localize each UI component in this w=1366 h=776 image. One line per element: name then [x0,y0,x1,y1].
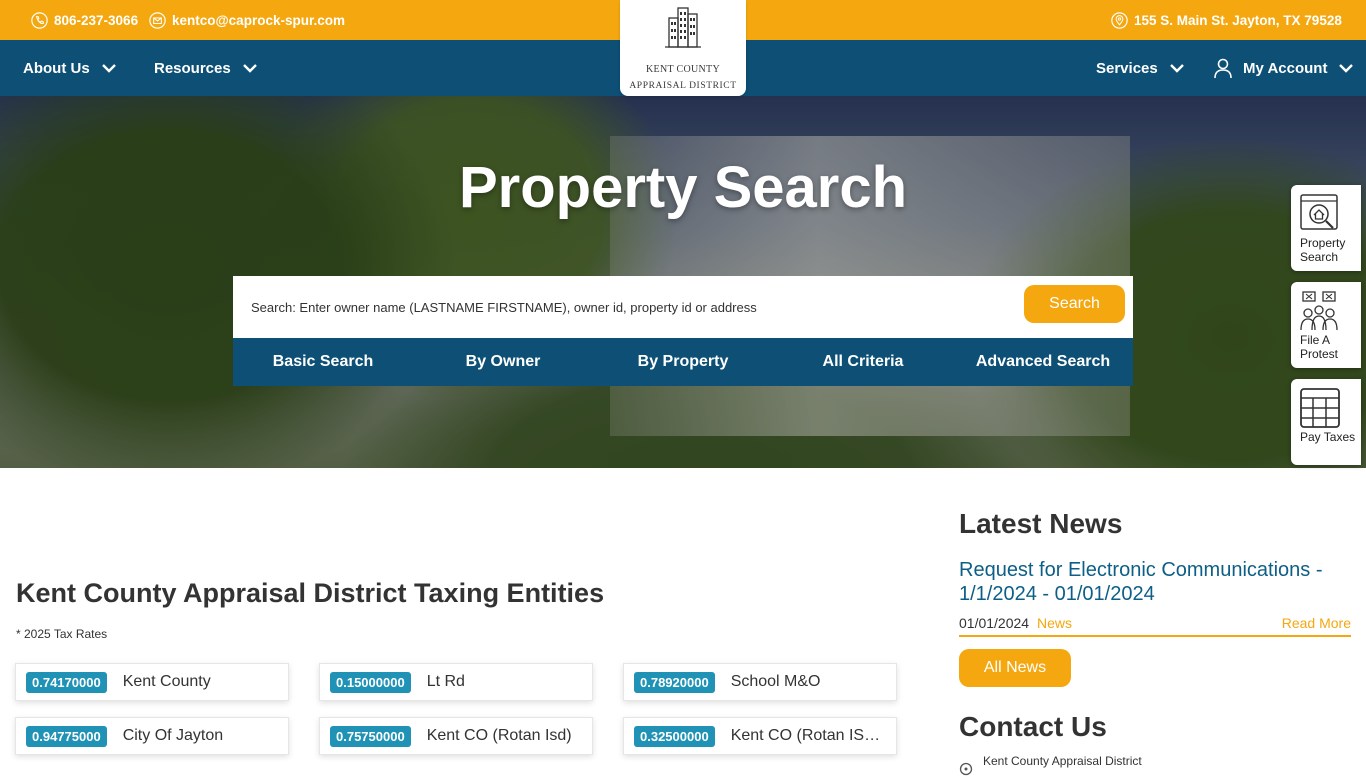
tax-rate-badge: 0.32500000 [634,725,715,747]
chevron-down-icon [1339,64,1354,73]
entity-card[interactable]: 0.94775000 City Of Jayton [15,717,289,755]
news-item-title-link[interactable]: Request for Electronic Communications - … [959,558,1349,606]
nav-my-account-label: My Account [1243,59,1328,77]
news-category[interactable]: News [1037,615,1072,631]
tax-rate-badge: 0.94775000 [26,725,107,747]
entity-card[interactable]: 0.32500000 Kent CO (Rotan IS… [623,717,897,755]
chevron-down-icon [101,64,116,73]
phone-icon [31,11,48,29]
mail-icon [149,11,166,29]
email-address[interactable]: kentco@caprock-spur.com [172,13,345,28]
address-contact[interactable]: 155 S. Main St. Jayton, TX 79528 [1111,0,1342,40]
tab-basic-search[interactable]: Basic Search [233,338,413,386]
entity-name: Lt Rd [426,673,465,690]
quick-link-label: File A Protest [1300,333,1339,361]
house-search-icon [1300,194,1338,230]
quick-link-file-protest[interactable]: File A Protest [1291,282,1361,368]
nav-resources-label: Resources [154,59,231,77]
tab-by-owner[interactable]: By Owner [413,338,593,386]
street-address[interactable]: 155 S. Main St. Jayton, TX 79528 [1134,13,1342,28]
nav-about-us[interactable]: About Us [23,40,118,96]
entity-card[interactable]: 0.75750000 Kent CO (Rotan Isd) [319,717,593,755]
calendar-grid-icon [1300,388,1340,428]
news-item-meta: 01/01/2024 News Read More [959,615,1351,637]
entity-card[interactable]: 0.74170000 Kent County [15,663,289,701]
nav-about-us-label: About Us [23,59,90,77]
tax-rate-badge: 0.78920000 [634,671,715,693]
user-icon [1214,58,1232,79]
entity-name: Kent CO (Rotan Isd) [426,727,572,744]
location-pin-icon [1111,11,1128,29]
chevron-down-icon [1169,64,1184,73]
contact-address-line: Kent County Appraisal District [959,754,1142,776]
entities-heading: Kent County Appraisal District Taxing En… [16,578,605,608]
search-mode-tabs: Basic Search By Owner By Property All Cr… [233,338,1133,386]
contact-us-heading: Contact Us [959,711,1107,742]
nav-resources[interactable]: Resources [154,40,259,96]
logo-text-line2: APPRAISAL DISTRICT [629,81,737,91]
entity-name: School M&O [730,673,821,690]
quick-link-label: Pay Taxes [1300,430,1356,444]
location-pin-icon [959,762,973,776]
read-more-link[interactable]: Read More [1282,615,1351,631]
email-contact[interactable]: kentco@caprock-spur.com [149,0,345,40]
tab-advanced-search[interactable]: Advanced Search [953,338,1133,386]
entity-name: Kent County [122,673,211,690]
entity-card[interactable]: 0.78920000 School M&O [623,663,897,701]
phone-number[interactable]: 806-237-3066 [54,13,138,28]
tab-by-property[interactable]: By Property [593,338,773,386]
contact-org-name: Kent County Appraisal District [983,754,1142,768]
property-search-input[interactable] [249,294,1013,320]
nav-services[interactable]: Services [1096,40,1186,96]
property-search-box: Search [233,276,1133,338]
entity-name: City Of Jayton [122,727,224,744]
protest-icon [1300,291,1338,331]
entity-card[interactable]: 0.15000000 Lt Rd [319,663,593,701]
tax-rate-badge: 0.74170000 [26,671,107,693]
entity-name: Kent CO (Rotan IS… [730,727,881,744]
quick-link-label: Property Search [1300,236,1346,264]
logo-text-line1: KENT COUNTY [646,64,720,75]
hero-banner: Property Search Search Basic Search By O… [0,96,1366,468]
tab-all-criteria[interactable]: All Criteria [773,338,953,386]
building-logo-icon [665,7,701,48]
chevron-down-icon [242,64,257,73]
nav-my-account[interactable]: My Account [1213,40,1355,96]
phone-contact[interactable]: 806-237-3066 [31,0,138,40]
nav-services-label: Services [1096,59,1158,77]
quick-link-pay-taxes[interactable]: Pay Taxes [1291,379,1361,465]
tax-rate-badge: 0.15000000 [330,671,411,693]
tax-rates-note: * 2025 Tax Rates [16,627,108,641]
tax-rate-badge: 0.75750000 [330,725,411,747]
latest-news-heading: Latest News [959,508,1123,539]
page-title: Property Search [458,155,908,220]
news-date: 01/01/2024 [959,615,1030,631]
quick-link-property-search[interactable]: Property Search [1291,185,1361,271]
site-logo[interactable]: KENT COUNTY APPRAISAL DISTRICT [620,0,746,96]
search-button[interactable]: Search [1024,285,1125,323]
all-news-button[interactable]: All News [959,649,1071,687]
